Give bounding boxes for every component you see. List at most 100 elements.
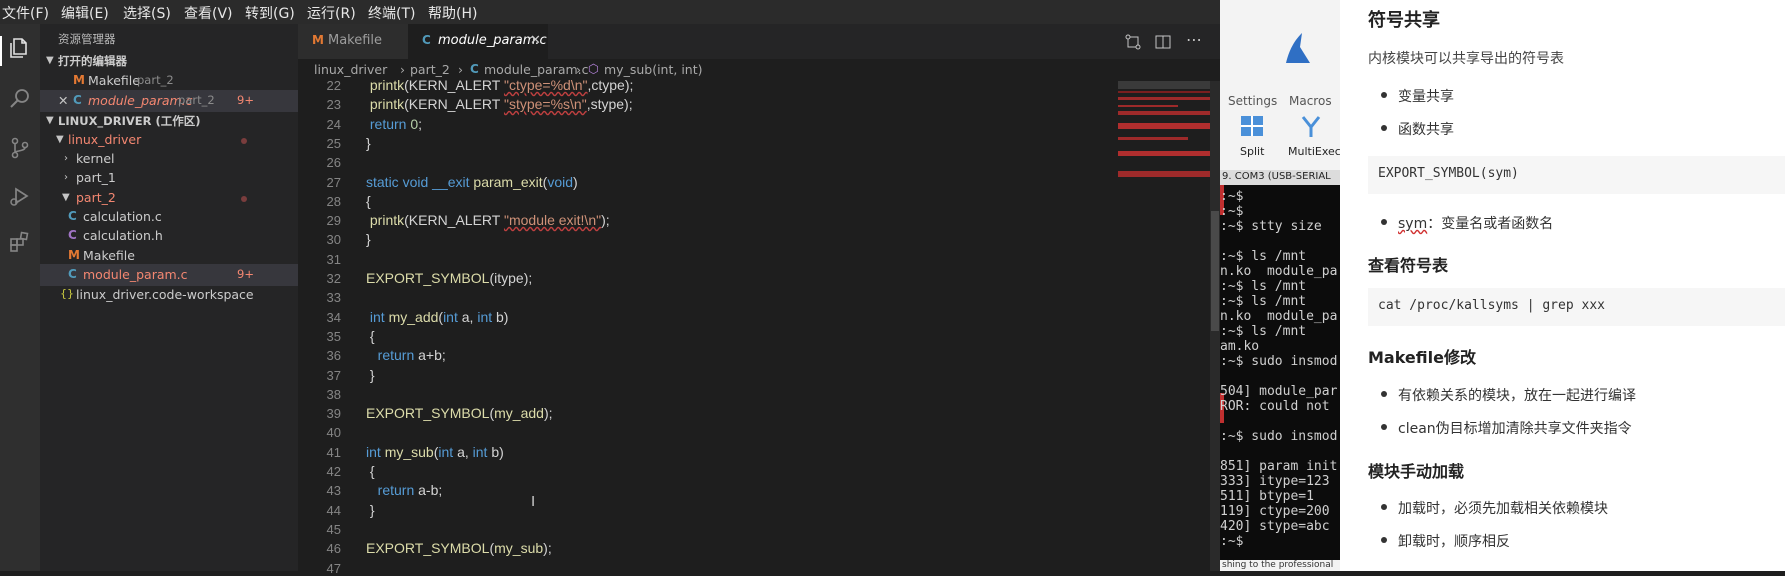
line-number: 38: [326, 386, 341, 402]
terminal-line: :~$ sudo insmod: [1220, 354, 1338, 369]
minimap[interactable]: [1118, 81, 1210, 281]
line-number: 41: [326, 444, 341, 460]
open-editor-item-active[interactable]: ✕ C module_param.c part_2 9+: [40, 90, 298, 112]
line-number: 30: [326, 232, 341, 248]
menu-edit[interactable]: 编辑(E): [61, 3, 109, 23]
menu-goto[interactable]: 转到(G): [245, 3, 295, 23]
code-line: return a-b;: [377, 482, 443, 499]
tab-makefile[interactable]: M Makefile: [298, 24, 408, 59]
sym-term: sym: [1398, 216, 1428, 232]
close-icon[interactable]: ✕: [530, 33, 541, 48]
chevron-right-icon: ›: [576, 62, 581, 77]
file-name: module_param.c: [83, 267, 188, 282]
line-number: 24: [326, 116, 341, 132]
split-editor-icon[interactable]: [1154, 33, 1172, 51]
menu-view[interactable]: 查看(V): [184, 3, 233, 23]
tab-module-param[interactable]: C module_param.c ✕: [408, 24, 548, 59]
file-item[interactable]: {} linux_driver.code-workspace: [40, 284, 298, 306]
line-number: 43: [326, 483, 341, 499]
list-item: sym：变量名或者函数名: [1381, 213, 1553, 233]
terminal-output[interactable]: :~$:~$:~$ stty size:~$ ls /mnt n.ko modul…: [1220, 185, 1340, 560]
line-number: 25: [326, 135, 341, 151]
line-number: 29: [326, 213, 341, 229]
code-line: {: [366, 192, 371, 209]
menu-macros[interactable]: Macros: [1289, 94, 1332, 108]
chevron-down-icon: ▼: [46, 115, 54, 126]
terminal-line: 511] btype=1: [1220, 489, 1314, 504]
open-editor-name: module_param.c: [88, 93, 193, 108]
terminal-line: :~$ ls /mnt: [1220, 294, 1307, 309]
breadcrumb-item[interactable]: part_2: [410, 62, 450, 77]
explorer-sidebar: 资源管理器 ▼ 打开的编辑器 M Makefile part_2 ✕ C mod…: [40, 24, 298, 571]
line-number: 35: [326, 328, 341, 344]
modified-dot: [241, 196, 247, 202]
code-block: EXPORT_SYMBOL(sym): [1368, 156, 1785, 194]
explorer-header: 资源管理器: [40, 28, 298, 50]
c-file-icon: C: [68, 267, 77, 281]
header-file-icon: C: [68, 228, 77, 242]
menu-terminal[interactable]: 终端(T): [368, 3, 415, 23]
terminal-line: 420] stype=abc: [1220, 519, 1330, 534]
menu-help[interactable]: 帮助(H): [428, 3, 477, 23]
code-line: }: [366, 501, 375, 518]
source-control-icon[interactable]: [8, 136, 32, 160]
multiexec-button-label[interactable]: MultiExec: [1288, 145, 1341, 158]
search-icon[interactable]: [8, 86, 32, 110]
file-name: linux_driver.code-workspace: [76, 287, 254, 302]
open-editors-section[interactable]: ▼ 打开的编辑器: [40, 50, 298, 72]
breadcrumb-item[interactable]: linux_driver: [314, 62, 387, 77]
folder-name: linux_driver: [68, 132, 142, 147]
session-tab-title: 9. COM3 (USB-SERIAL: [1222, 171, 1331, 182]
compare-changes-icon[interactable]: [1124, 33, 1142, 51]
makefile-icon: M: [68, 248, 80, 262]
explorer-icon[interactable]: [8, 36, 32, 60]
paragraph: 内核模块可以共享导出的符号表: [1368, 51, 1564, 67]
workspace-title: LINUX_DRIVER (工作区): [58, 114, 201, 128]
extensions-icon[interactable]: [8, 230, 32, 254]
file-item-selected[interactable]: C module_param.c 9+: [40, 264, 298, 286]
split-button-label[interactable]: Split: [1240, 145, 1264, 158]
line-number: 46: [326, 541, 341, 557]
breadcrumb-item[interactable]: module_param.c: [484, 62, 589, 77]
chevron-down-icon: ▼: [62, 192, 70, 203]
terminal-line: ROR: could not: [1220, 399, 1330, 414]
line-number: 44: [326, 502, 341, 518]
line-number: 42: [326, 464, 341, 479]
chevron-right-icon: ›: [400, 62, 405, 77]
heading-view-symbols: 查看符号表: [1368, 256, 1449, 275]
c-file-icon: C: [470, 62, 479, 76]
code-block: cat /proc/kallsyms | grep xxx: [1368, 288, 1785, 326]
close-icon[interactable]: ✕: [58, 93, 68, 108]
heading-symbol-sharing: 符号共享: [1368, 10, 1440, 31]
session-tab[interactable]: 9. COM3 (USB-SERIAL: [1220, 170, 1340, 185]
explorer-title: 资源管理器: [58, 32, 116, 46]
editor-tabs: M Makefile C module_param.c ✕ ⋯: [298, 24, 1220, 59]
code-line: {: [366, 327, 375, 344]
menu-select[interactable]: 选择(S): [123, 3, 171, 23]
editor-scrollbar[interactable]: [1210, 81, 1220, 571]
file-item[interactable]: C calculation.h: [40, 225, 298, 247]
list-item: 有依赖关系的模块，放在一起进行编译: [1381, 385, 1636, 405]
folder-part-1[interactable]: › part_1: [40, 167, 298, 189]
list-item: 变量共享: [1381, 86, 1454, 106]
run-debug-icon[interactable]: [8, 184, 32, 208]
breadcrumb-item[interactable]: my_sub(int, int): [604, 62, 703, 77]
makefile-icon: M: [312, 33, 324, 47]
chevron-right-icon: ›: [64, 172, 68, 183]
file-name: Makefile: [83, 248, 135, 263]
menu-settings[interactable]: Settings: [1228, 94, 1277, 108]
code-editor[interactable]: 22 printk(KERN_ALERT "ctype=%d\n",ctype)…: [298, 77, 1220, 576]
more-actions-icon[interactable]: ⋯: [1186, 30, 1202, 49]
code-line: return a+b;: [377, 347, 446, 364]
code-line: printk(KERN_ALERT "ctype=%d\n",ctype);: [369, 77, 634, 93]
line-number: 27: [326, 174, 341, 190]
chevron-right-icon: ›: [64, 153, 68, 164]
split-icon[interactable]: [1240, 115, 1264, 137]
menu-run[interactable]: 运行(R): [307, 3, 356, 23]
code-line: static void __exit param_exit(void): [366, 173, 578, 190]
multiexec-icon[interactable]: [1300, 115, 1322, 139]
open-editor-item[interactable]: M Makefile part_2: [40, 70, 298, 92]
code-line: printk(KERN_ALERT "module exit!\n");: [369, 212, 610, 229]
code-line: int my_add(int a, int b): [369, 308, 509, 325]
menu-file[interactable]: 文件(F): [2, 3, 49, 23]
